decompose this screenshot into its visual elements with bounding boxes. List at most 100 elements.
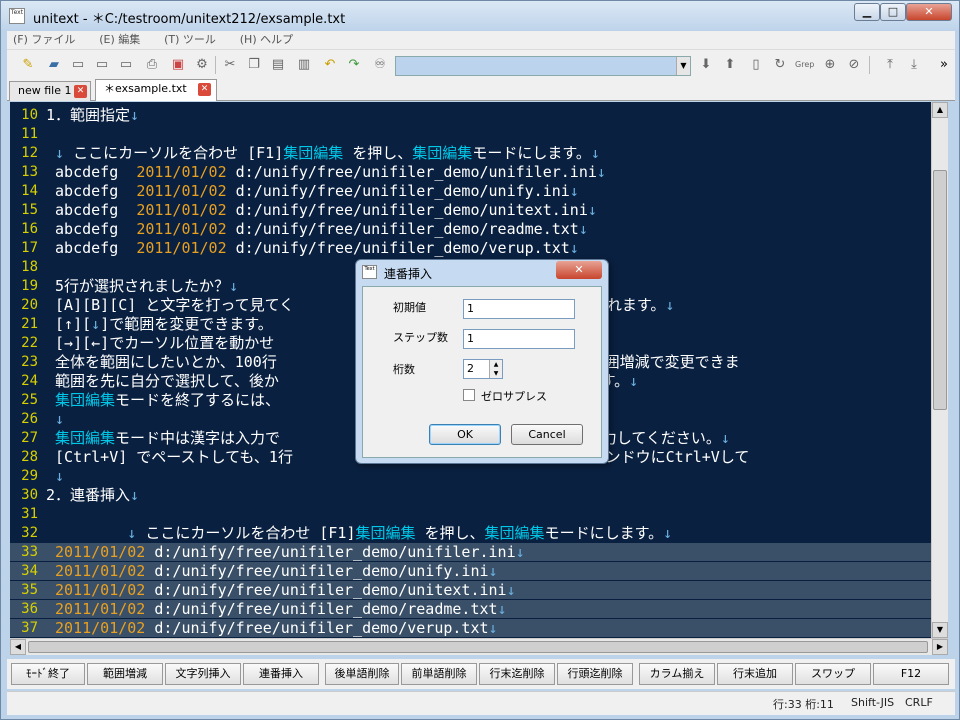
fkey-f12[interactable]: F12 [873,663,949,685]
close-icon[interactable]: ✕ [198,83,211,96]
line-ending-indicator[interactable]: CRLF [905,696,933,709]
vertical-scrollbar[interactable]: ▲ ▼ [931,102,948,638]
fkey-sequence-insert[interactable]: 連番挿入 [243,663,319,685]
editor-line[interactable]: 32 ↓ ここにカーソルを合わせ [F1]集団編集 を押し、集団編集モードにしま… [10,524,931,542]
editor-line[interactable]: 30 2．連番挿入↓ [10,486,931,504]
save-all-icon[interactable]: ▭ [117,56,135,74]
search-clear-icon[interactable]: ⊘ [845,56,863,74]
dialog-title: 連番挿入 [384,267,433,281]
editor-line[interactable]: 29 ↓ [10,467,931,485]
menu-edit[interactable]: (E) 編集 [99,31,140,49]
fkey-range-adjust[interactable]: 範囲増減 [87,663,163,685]
fkey-delete-next-word[interactable]: 後単語削除 [325,663,399,685]
save-icon[interactable]: ▭ [69,56,87,74]
dialog-close-button[interactable]: ✕ [556,261,602,279]
scroll-thumb[interactable] [28,641,928,653]
editor-line[interactable]: 13 abcdefg 2011/01/02 d:/unify/free/unif… [10,163,931,181]
chevron-down-icon[interactable]: ▼ [676,57,690,75]
toolbar-separator [869,56,870,74]
fkey-append-eol[interactable]: 行末追加 [717,663,793,685]
editor-line[interactable]: 16 abcdefg 2011/01/02 d:/unify/free/unif… [10,220,931,238]
menu-tools[interactable]: (T) ツール [164,31,216,49]
initial-value-input[interactable]: 1 [463,299,575,319]
line-number: 19 [21,278,38,294]
editor-line[interactable]: 35 2011/01/02 d:/unify/free/unifiler_dem… [10,581,931,599]
open-folder-icon[interactable]: ▰ [45,56,63,74]
line-number: 30 [21,487,38,503]
editor-line[interactable]: 33 2011/01/02 d:/unify/free/unifiler_dem… [10,543,931,561]
editor-line[interactable]: 31 [10,505,931,523]
line-number: 12 [21,145,38,161]
find-prev-icon[interactable]: ⬆ [721,56,739,74]
spinner-arrows-icon[interactable]: ▲ ▼ [489,360,502,378]
ok-button[interactable]: OK [429,424,501,445]
editor-line[interactable]: 17 abcdefg 2011/01/02 d:/unify/free/unif… [10,239,931,257]
zero-suppress-label: ゼロサプレス [481,390,547,403]
find-binoculars-icon[interactable]: ♾ [371,56,389,74]
editor-line[interactable]: 11 [10,125,931,143]
tab-exsample[interactable]: ＊exsample.txt ✕ [95,79,217,101]
new-file-icon[interactable]: ✎ [19,56,37,74]
digits-spinner[interactable]: 2 ▲ ▼ [463,359,503,379]
maximize-button[interactable]: □ [880,3,906,21]
print-icon[interactable]: ⎙ [143,56,161,74]
fkey-insert-string[interactable]: 文字列挿入 [165,663,241,685]
editor-line[interactable]: 34 2011/01/02 d:/unify/free/unifiler_dem… [10,562,931,580]
horizontal-scrollbar[interactable]: ◀ ▶ [10,638,948,655]
grep-icon[interactable]: Grep [795,56,814,74]
menu-file[interactable]: (F) ファイル [13,31,75,49]
fkey-swap[interactable]: スワップ [795,663,871,685]
line-number: 16 [21,221,38,237]
fkey-mode-end[interactable]: ﾓｰﾄﾞ終了 [11,663,85,685]
scroll-thumb[interactable] [933,170,947,410]
save-as-icon[interactable]: ▭ [93,56,111,74]
bookmark-icon[interactable]: ▯ [747,56,765,74]
scroll-right-icon[interactable]: ▶ [932,639,948,655]
step-input[interactable]: 1 [463,329,575,349]
editor-line[interactable]: 15 abcdefg 2011/01/02 d:/unify/free/unif… [10,201,931,219]
go-bottom-icon[interactable]: ⤓ [905,56,923,74]
scroll-down-icon[interactable]: ▼ [932,622,948,638]
cut-icon[interactable]: ✂ [221,56,239,74]
line-text: abcdefg 2011/01/02 d:/unify/free/unifile… [46,182,579,200]
editor-line[interactable]: 10 1．範囲指定↓ [10,106,931,124]
paste-special-icon[interactable]: ▥ [295,56,313,74]
tab-label: ＊exsample.txt [104,82,187,95]
status-bar: 行:33 桁:11 Shift-JIS CRLF [7,691,955,715]
encoding-indicator[interactable]: Shift-JIS [851,696,894,709]
fkey-delete-prev-word[interactable]: 前単語削除 [401,663,477,685]
menu-help[interactable]: (H) ヘルプ [240,31,293,49]
pdf-icon[interactable]: ▣ [169,56,187,74]
go-top-icon[interactable]: ⤒ [881,56,899,74]
tab-new-file-1[interactable]: new file 1 ✕ [9,81,91,101]
tab-bar: new file 1 ✕ ＊exsample.txt ✕ [7,79,955,101]
editor-line[interactable]: 36 2011/01/02 d:/unify/free/unifiler_dem… [10,600,931,618]
editor-line[interactable]: 12 ↓ ここにカーソルを合わせ [F1]集団編集 を押し、集団編集モードにしま… [10,144,931,162]
editor-line[interactable]: 37 2011/01/02 d:/unify/free/unifiler_dem… [10,619,931,637]
find-next-icon[interactable]: ⬇ [697,56,715,74]
line-number: 11 [21,126,38,142]
line-text: ↓ [55,467,65,485]
cancel-button[interactable]: Cancel [511,424,583,445]
fkey-delete-to-bol[interactable]: 行頭迄削除 [557,663,633,685]
settings-icon[interactable]: ⚙ [193,56,211,74]
editor-line[interactable]: 14 abcdefg 2011/01/02 d:/unify/free/unif… [10,182,931,200]
scroll-left-icon[interactable]: ◀ [10,639,26,655]
redo-icon[interactable]: ↷ [345,56,363,74]
scroll-up-icon[interactable]: ▲ [932,102,948,118]
close-button[interactable]: ✕ [906,3,952,21]
fkey-delete-to-eol[interactable]: 行末迄削除 [479,663,555,685]
paste-icon[interactable]: ▤ [269,56,287,74]
zero-suppress-checkbox[interactable] [463,389,475,401]
minimize-button[interactable]: ▁ [854,3,880,21]
undo-icon[interactable]: ↶ [321,56,339,74]
toolbar-overflow-icon[interactable]: » [935,56,953,74]
search-combobox[interactable]: ▼ [395,56,691,76]
line-number: 35 [21,582,38,598]
fkey-align-columns[interactable]: カラム揃え [639,663,715,685]
title-bar[interactable]: Text unitext - ＊C:/testroom/unitext212/e… [1,1,959,31]
zoom-icon[interactable]: ⊕ [821,56,839,74]
close-icon[interactable]: ✕ [74,85,87,98]
replace-icon[interactable]: ↻ [771,56,789,74]
copy-icon[interactable]: ❐ [245,56,263,74]
